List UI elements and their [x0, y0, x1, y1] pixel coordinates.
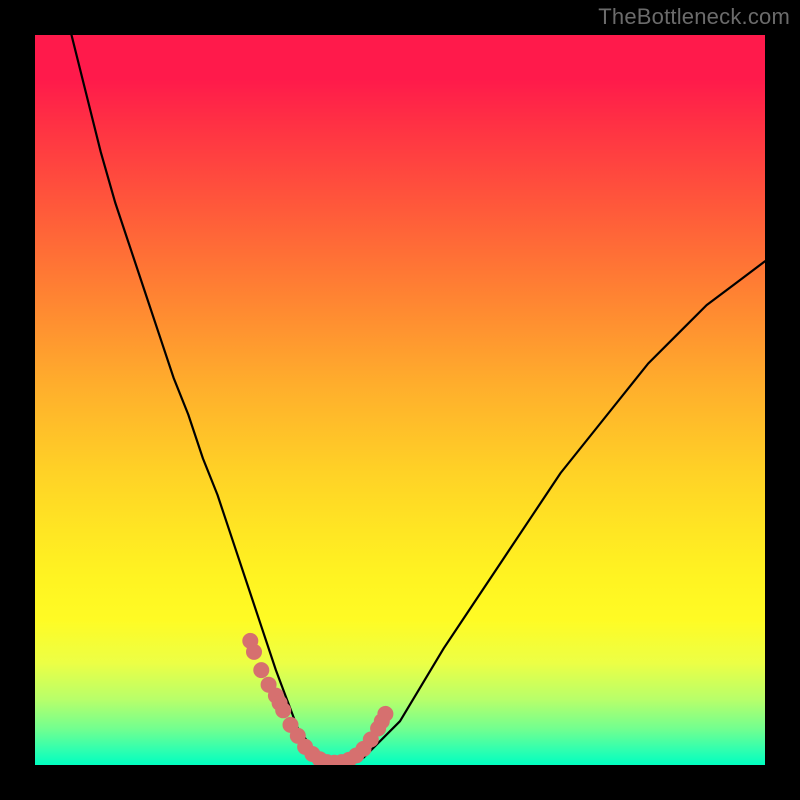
marker-dot [275, 702, 291, 718]
bottleneck-curve [72, 35, 766, 765]
marker-dot [253, 662, 269, 678]
chart-svg [35, 35, 765, 765]
chart-frame: TheBottleneck.com [0, 0, 800, 800]
marker-dot [377, 706, 393, 722]
optimal-range-markers [242, 633, 393, 765]
marker-dot [246, 644, 262, 660]
plot-area [35, 35, 765, 765]
watermark-text: TheBottleneck.com [598, 4, 790, 30]
